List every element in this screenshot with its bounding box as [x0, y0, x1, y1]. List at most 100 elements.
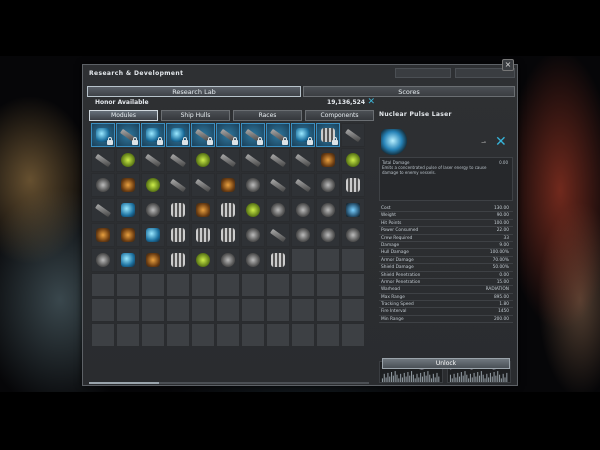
module-slot[interactable] — [316, 223, 340, 247]
module-slot[interactable] — [141, 148, 165, 172]
module-slot[interactable] — [241, 148, 265, 172]
module-slot[interactable] — [91, 198, 115, 222]
module-slot[interactable] — [191, 148, 215, 172]
module-slot[interactable] — [316, 148, 340, 172]
header-sparkline — [395, 68, 451, 78]
module-slot[interactable] — [116, 123, 140, 147]
module-slot[interactable] — [341, 198, 365, 222]
empty-slot — [241, 323, 265, 347]
graph-bar — [466, 374, 468, 382]
graph-bar — [391, 372, 393, 382]
module-slot[interactable] — [216, 198, 240, 222]
close-button[interactable]: × — [502, 59, 514, 71]
empty-slot — [191, 323, 215, 347]
module-slot[interactable] — [91, 223, 115, 247]
module-slot[interactable] — [166, 223, 190, 247]
empty-slot — [241, 298, 265, 322]
module-slot[interactable] — [316, 123, 340, 147]
unlock-button[interactable]: Unlock — [382, 358, 510, 369]
tab-ship-hulls[interactable]: Ship Hulls — [161, 110, 230, 121]
module-slot[interactable] — [241, 123, 265, 147]
module-slot[interactable] — [91, 173, 115, 197]
module-icon — [96, 253, 110, 267]
module-slot[interactable] — [166, 123, 190, 147]
module-slot[interactable] — [341, 123, 365, 147]
graph-bar — [403, 372, 405, 382]
module-icon — [220, 153, 236, 168]
tab-races[interactable]: Races — [233, 110, 302, 121]
module-slot[interactable] — [266, 173, 290, 197]
module-slot[interactable] — [291, 148, 315, 172]
module-slot[interactable] — [291, 223, 315, 247]
module-slot[interactable] — [141, 248, 165, 272]
stat-row: Armor Penetration 15.00 — [379, 279, 513, 287]
module-slot[interactable] — [166, 248, 190, 272]
module-slot[interactable] — [91, 248, 115, 272]
empty-slot — [266, 273, 290, 297]
module-slot[interactable] — [166, 173, 190, 197]
module-slot[interactable] — [116, 148, 140, 172]
graph-bar — [432, 373, 434, 382]
module-slot[interactable] — [116, 223, 140, 247]
module-slot[interactable] — [191, 223, 215, 247]
module-slot[interactable] — [166, 148, 190, 172]
tab-modules[interactable]: Modules — [89, 110, 158, 121]
module-icon — [321, 228, 335, 242]
empty-slot — [166, 273, 190, 297]
module-icon — [345, 128, 361, 143]
module-slot[interactable] — [266, 148, 290, 172]
module-slot[interactable] — [141, 223, 165, 247]
close-icon[interactable]: ✕ — [495, 135, 507, 149]
tab-research-lab[interactable]: Research Lab — [87, 86, 301, 97]
module-slot[interactable] — [91, 123, 115, 147]
module-icon — [270, 178, 286, 193]
module-slot[interactable] — [141, 123, 165, 147]
module-slot[interactable] — [341, 173, 365, 197]
grid-scrollbar[interactable] — [89, 382, 369, 384]
module-slot[interactable] — [266, 223, 290, 247]
tab-components[interactable]: Components — [305, 110, 374, 121]
close-icon[interactable]: ✕ — [367, 97, 375, 107]
module-slot[interactable] — [166, 198, 190, 222]
module-slot[interactable] — [191, 198, 215, 222]
module-slot[interactable] — [116, 248, 140, 272]
module-slot[interactable] — [341, 223, 365, 247]
module-slot[interactable] — [216, 148, 240, 172]
module-slot[interactable] — [291, 198, 315, 222]
module-slot[interactable] — [266, 248, 290, 272]
module-slot[interactable] — [266, 198, 290, 222]
module-slot[interactable] — [316, 173, 340, 197]
module-slot[interactable] — [116, 198, 140, 222]
module-slot[interactable] — [241, 223, 265, 247]
stat-label: Cost — [381, 206, 391, 211]
module-slot[interactable] — [241, 248, 265, 272]
module-slot[interactable] — [116, 173, 140, 197]
module-icon — [196, 203, 210, 217]
module-slot[interactable] — [291, 123, 315, 147]
module-slot[interactable] — [191, 123, 215, 147]
module-icon — [95, 203, 111, 218]
module-slot[interactable] — [216, 173, 240, 197]
module-icon — [221, 253, 235, 267]
graph-bar — [396, 374, 398, 382]
module-slot[interactable] — [216, 248, 240, 272]
module-slot[interactable] — [291, 173, 315, 197]
module-slot[interactable] — [141, 173, 165, 197]
module-slot[interactable] — [216, 123, 240, 147]
tab-scores[interactable]: Scores — [303, 86, 515, 97]
module-slot[interactable] — [316, 198, 340, 222]
graph-bar — [451, 378, 453, 382]
module-slot[interactable] — [241, 173, 265, 197]
module-slot[interactable] — [91, 148, 115, 172]
graph-bar — [394, 371, 396, 382]
scrollbar-thumb[interactable] — [89, 382, 159, 384]
module-slot[interactable] — [141, 198, 165, 222]
module-slot[interactable] — [191, 248, 215, 272]
stat-value: 70.00% — [492, 257, 509, 263]
module-slot[interactable] — [241, 198, 265, 222]
module-slot[interactable] — [216, 223, 240, 247]
module-slot[interactable] — [191, 173, 215, 197]
module-slot[interactable] — [266, 123, 290, 147]
graph-bar — [500, 378, 502, 382]
module-slot[interactable] — [341, 148, 365, 172]
